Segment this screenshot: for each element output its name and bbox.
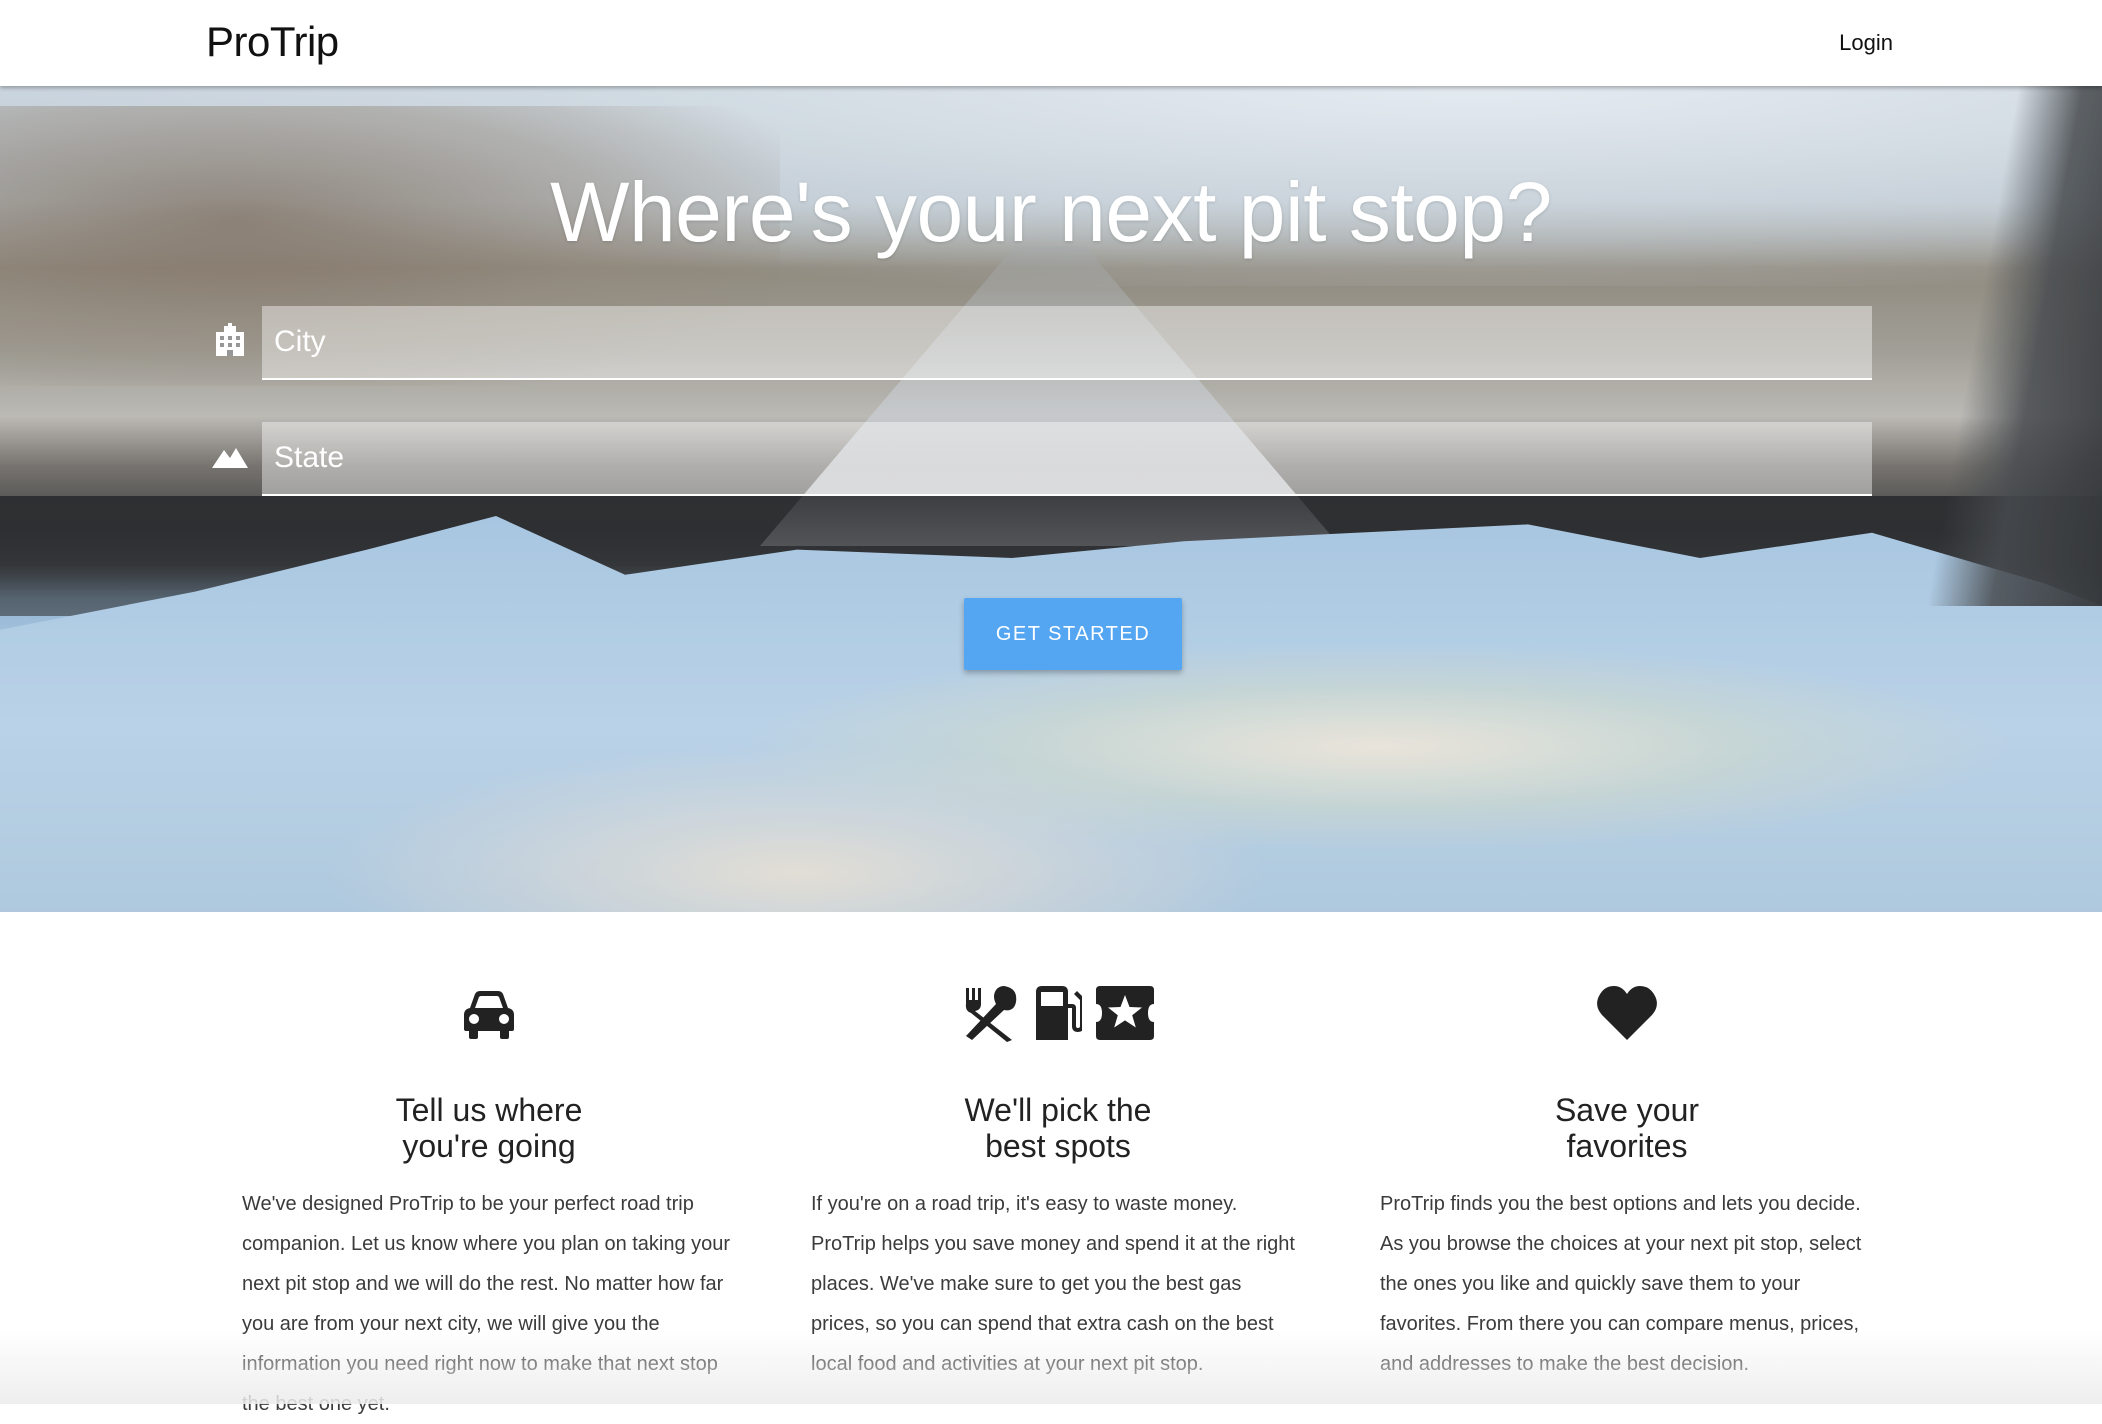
ticket-star-icon (1096, 986, 1154, 1040)
feature-title-line: you're going (402, 1128, 576, 1164)
state-field-row (212, 422, 1872, 498)
state-input[interactable] (262, 422, 1872, 496)
city-input[interactable] (262, 306, 1872, 380)
get-started-button[interactable]: GET STARTED (964, 598, 1182, 670)
car-icon (464, 991, 514, 1039)
feature-title: Tell us where you're going (242, 1092, 736, 1164)
feature-title: Save your favorites (1380, 1092, 1874, 1164)
login-link[interactable]: Login (1839, 30, 1893, 56)
hero-title: Where's your next pit stop? (550, 165, 1552, 259)
city-field-row (212, 306, 1872, 382)
heart-icon (1597, 986, 1657, 1040)
restaurant-icon (965, 986, 1017, 1042)
feature-title-line: favorites (1566, 1128, 1688, 1164)
feature-title-line: We'll pick the (964, 1092, 1152, 1128)
navbar: ProTrip Login (0, 0, 2102, 86)
city-icon (216, 323, 244, 356)
feature-title: We'll pick the best spots (811, 1092, 1305, 1164)
brand-logo[interactable]: ProTrip (206, 18, 339, 66)
features-section: Tell us where you're going We've designe… (0, 912, 2102, 1415)
feature-title-line: best spots (985, 1128, 1131, 1164)
feature-body: ProTrip finds you the best options and l… (1380, 1193, 1862, 1375)
mountain-icon (212, 448, 248, 468)
feature-icons (811, 984, 1305, 1050)
feature-body: We've designed ProTrip to be your perfec… (242, 1193, 731, 1415)
feature-body: If you're on a road trip, it's easy to w… (811, 1193, 1295, 1375)
feature-icons (1380, 984, 1874, 1050)
feature-icons (242, 984, 736, 1050)
gas-station-icon (1036, 986, 1082, 1040)
hero-section: Where's your next pit stop? GET STARTED (0, 86, 2102, 912)
feature-title-line: Save your (1554, 1092, 1700, 1128)
feature-title-line: Tell us where (395, 1092, 583, 1128)
